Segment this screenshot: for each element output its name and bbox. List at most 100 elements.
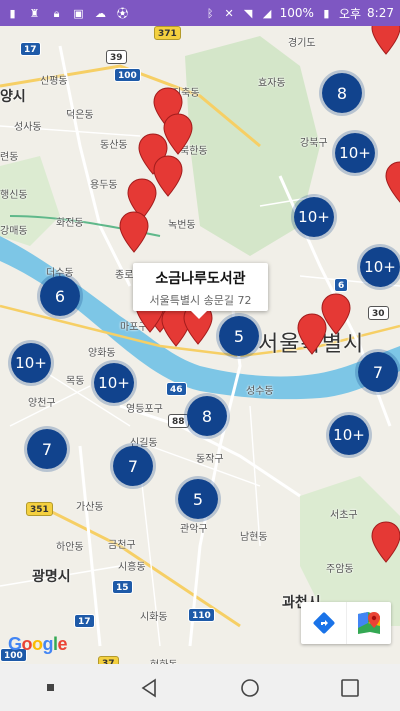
location-marker[interactable] [384, 160, 400, 204]
road-shield: 39 [106, 50, 127, 64]
status-time: 8:27 [367, 6, 394, 20]
place-label: 행신동 [0, 190, 28, 201]
place-label: 영등포구 [126, 404, 163, 415]
place-label: 서초구 [330, 510, 358, 521]
road-shield: 371 [154, 26, 181, 40]
cloud-icon: ☁ [95, 6, 106, 20]
place-label: 목동 [66, 376, 85, 387]
map-view[interactable]: 양시 신평동 덕은동 성사동 련동 동산동 용두동 행신동 화전동 강매동 지축… [0, 26, 400, 664]
place-label: 강매동 [0, 226, 28, 237]
cluster-marker[interactable]: 10+ [8, 340, 54, 386]
map-toolbar [301, 602, 391, 644]
cluster-marker[interactable]: 7 [110, 443, 156, 489]
wifi-icon: ◥ [243, 6, 253, 20]
place-label: 덕은동 [66, 110, 94, 121]
location-marker[interactable] [296, 312, 328, 356]
place-label: 성사동 [14, 122, 42, 133]
back-triangle-icon [141, 678, 156, 697]
google-logo-letter: o [32, 634, 43, 654]
back-button[interactable] [130, 668, 170, 708]
cluster-marker[interactable]: 10+ [357, 244, 400, 290]
place-label: 가산동 [76, 502, 104, 513]
place-label: 화전동 [56, 218, 84, 229]
bluetooth-icon: ᛒ [206, 6, 214, 20]
recents-square-icon [341, 678, 359, 697]
place-label: 양시 [0, 89, 26, 105]
road-shield: 30 [368, 306, 389, 320]
status-bar: ▮ ♜ 🔒︎ ▣ ☁ ⚽︎ ᛒ ✕ ◥ ◢ 100% ▮ 오후 8:27 [0, 0, 400, 26]
place-label: 동산동 [100, 140, 128, 151]
place-label: 녹번동 [168, 220, 196, 231]
google-logo-letter: g [42, 634, 54, 654]
google-logo-letter: o [21, 634, 33, 654]
road-shield: 17 [20, 42, 41, 56]
recents-button[interactable] [330, 668, 370, 708]
place-label: 용두동 [90, 180, 118, 191]
overview-square-icon [46, 684, 54, 691]
place-label: 시흥동 [118, 562, 146, 573]
cluster-marker[interactable]: 10+ [332, 130, 378, 176]
place-label: 남현동 [240, 532, 268, 543]
location-marker[interactable] [118, 210, 150, 254]
location-marker[interactable] [370, 520, 400, 564]
cluster-marker[interactable]: 7 [24, 426, 70, 472]
directions-button[interactable] [301, 602, 346, 644]
open-google-maps-button[interactable] [346, 602, 391, 644]
place-label: 효자동 [258, 78, 286, 89]
info-window-title: 소금나루도서관 [155, 271, 246, 287]
cluster-marker[interactable]: 5 [216, 313, 262, 359]
road-shield: 351 [26, 502, 53, 516]
cluster-marker[interactable]: 10+ [291, 194, 337, 240]
google-logo: Google [8, 634, 68, 655]
place-label: 주암동 [326, 564, 354, 575]
info-window-address: 서울특별시 송문길 72 [149, 294, 252, 307]
person-icon: ♜ [29, 6, 40, 20]
road-shield: 6 [334, 278, 349, 292]
place-label: 시화동 [140, 612, 168, 623]
cluster-marker[interactable]: 7 [355, 349, 400, 395]
road-shield: 37 [98, 656, 119, 664]
navigation-bar [0, 664, 400, 711]
battery-icon: ▮ [323, 6, 330, 20]
road-shield: 46 [166, 382, 187, 396]
place-label: 신평동 [40, 76, 68, 87]
app-icon: ▮ [9, 6, 16, 20]
directions-icon [313, 612, 334, 634]
home-button[interactable] [230, 668, 270, 708]
google-logo-letter: G [8, 634, 22, 654]
place-label: 동작구 [196, 454, 224, 465]
cluster-marker[interactable]: 8 [319, 70, 365, 116]
road-shield: 15 [112, 580, 133, 594]
place-label: 련동 [0, 152, 19, 163]
cluster-marker[interactable]: 8 [184, 393, 230, 439]
status-ampm: 오후 [338, 6, 362, 21]
place-label: 성수동 [246, 386, 274, 397]
place-label: 하안동 [56, 542, 84, 553]
cluster-marker[interactable]: 6 [37, 273, 83, 319]
place-label: 양천구 [28, 398, 56, 409]
signal-icon: ◢ [262, 6, 272, 20]
place-label: 현화동 [150, 656, 178, 664]
cluster-marker[interactable]: 5 [175, 476, 221, 522]
overview-button[interactable] [30, 668, 70, 708]
google-logo-text: Google [8, 634, 68, 654]
image-icon: ▣ [73, 6, 84, 20]
mute-icon: ✕ [224, 6, 234, 20]
info-window[interactable]: 소금나루도서관 서울특별시 송문길 72 [133, 263, 268, 319]
place-label: 경기도 [288, 38, 316, 49]
place-label: 광명시 [32, 569, 71, 585]
home-circle-icon [241, 678, 259, 697]
google-logo-letter: e [57, 634, 68, 654]
place-label: 금천구 [108, 540, 136, 551]
road-shield: 100 [114, 68, 141, 82]
place-label: 양화동 [88, 348, 116, 359]
place-label: 강북구 [300, 138, 328, 149]
cluster-marker[interactable]: 10+ [91, 360, 137, 406]
lock-icon: 🔒︎ [53, 6, 60, 20]
cluster-marker[interactable]: 10+ [326, 412, 372, 458]
place-label: 관악구 [180, 524, 208, 535]
location-marker[interactable] [370, 26, 400, 56]
google-maps-icon [358, 612, 380, 634]
battery-percent: 100% [279, 6, 314, 20]
road-shield: 17 [74, 614, 95, 628]
